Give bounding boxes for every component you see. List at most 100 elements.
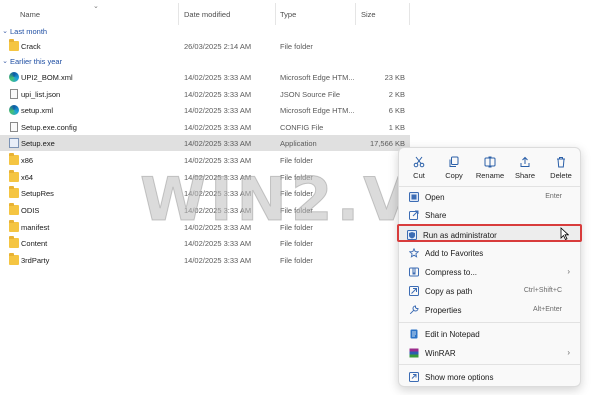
document-icon bbox=[10, 122, 18, 132]
menu-item-label: Share bbox=[425, 211, 447, 220]
file-row-x64[interactable]: x64 14/02/2025 3:33 AM File folder bbox=[0, 169, 410, 185]
file-date: 14/02/2025 3:33 AM bbox=[184, 239, 252, 248]
shield-icon bbox=[407, 230, 417, 240]
menu-item-compress-to[interactable]: Compress to... › bbox=[401, 263, 580, 281]
menu-item-run-as-administrator[interactable]: Run as administrator bbox=[397, 224, 582, 242]
more-options-icon bbox=[409, 372, 419, 382]
file-row-upi-list[interactable]: upi_list.json 14/02/2025 3:33 AM JSON So… bbox=[0, 86, 410, 102]
share-quick-button[interactable]: Share bbox=[508, 155, 542, 185]
file-type: File folder bbox=[280, 156, 313, 165]
file-type: File folder bbox=[280, 189, 313, 198]
file-type: File folder bbox=[280, 42, 313, 51]
share-label: Share bbox=[514, 171, 535, 180]
file-row-x86[interactable]: x86 14/02/2025 3:33 AM File folder bbox=[0, 152, 410, 168]
file-type: File folder bbox=[280, 206, 313, 215]
column-divider[interactable] bbox=[275, 3, 276, 25]
menu-item-show-more-options[interactable]: Show more options bbox=[401, 368, 580, 386]
column-type[interactable]: Type bbox=[280, 10, 296, 19]
file-size: 6 KB bbox=[388, 106, 405, 115]
file-date: 14/02/2025 3:33 AM bbox=[184, 123, 252, 132]
file-type: File folder bbox=[280, 239, 313, 248]
file-date: 14/02/2025 3:33 AM bbox=[184, 73, 252, 82]
group-label: Last month bbox=[10, 26, 48, 36]
file-row-setup-config[interactable]: Setup.exe.config 14/02/2025 3:33 AM CONF… bbox=[0, 119, 410, 135]
menu-item-label: Compress to... bbox=[425, 268, 478, 277]
folder-icon bbox=[9, 220, 19, 232]
menu-divider bbox=[399, 322, 580, 323]
file-row-setupres[interactable]: SetupRes 14/02/2025 3:33 AM File folder bbox=[0, 185, 410, 201]
group-earlier-this-year[interactable]: ⌄ Earlier this year bbox=[0, 54, 62, 68]
menu-item-label: WinRAR bbox=[425, 349, 456, 358]
group-last-month[interactable]: ⌄ Last month bbox=[0, 24, 47, 38]
file-date: 14/02/2025 3:33 AM bbox=[184, 189, 252, 198]
file-row-upi2-bom[interactable]: UPI2_BOM.xml 14/02/2025 3:33 AM Microsof… bbox=[0, 69, 410, 85]
file-row-odis[interactable]: ODIS 14/02/2025 3:33 AM File folder bbox=[0, 202, 410, 218]
folder-icon bbox=[9, 203, 19, 215]
file-type: File folder bbox=[280, 173, 313, 182]
menu-item-shortcut: Ctrl+Shift+C bbox=[523, 287, 562, 294]
file-type: Microsoft Edge HTM... bbox=[280, 73, 355, 82]
delete-button[interactable]: Delete bbox=[544, 155, 578, 185]
column-name[interactable]: Name bbox=[20, 10, 40, 19]
open-icon bbox=[409, 192, 419, 202]
column-divider[interactable] bbox=[355, 3, 356, 25]
column-date[interactable]: Date modified bbox=[184, 10, 230, 19]
menu-item-share[interactable]: Share bbox=[401, 206, 580, 224]
file-date: 14/02/2025 3:33 AM bbox=[184, 90, 252, 99]
file-type: File folder bbox=[280, 256, 313, 265]
file-row-setup-xml[interactable]: setup.xml 14/02/2025 3:33 AM Microsoft E… bbox=[0, 102, 410, 118]
mouse-cursor-icon bbox=[560, 227, 569, 240]
column-size[interactable]: Size bbox=[361, 10, 376, 19]
sort-chevron-icon[interactable]: ⌄ bbox=[93, 2, 99, 10]
file-name: ODIS bbox=[21, 206, 40, 215]
rename-button[interactable]: Rename bbox=[473, 155, 507, 185]
share-icon bbox=[409, 210, 419, 220]
file-date: 26/03/2025 2:14 AM bbox=[184, 42, 252, 51]
chevron-down-icon: ⌄ bbox=[2, 58, 8, 65]
menu-item-edit-in-notepad[interactable]: Edit in Notepad bbox=[401, 325, 580, 343]
path-icon bbox=[409, 286, 419, 296]
menu-item-properties[interactable]: Properties Alt+Enter bbox=[401, 301, 580, 319]
file-name: x86 bbox=[21, 156, 34, 165]
file-row-content[interactable]: Content 14/02/2025 3:33 AM File folder bbox=[0, 235, 410, 251]
folder-icon bbox=[9, 153, 19, 165]
file-date: 14/02/2025 3:33 AM bbox=[184, 106, 252, 115]
delete-label: Delete bbox=[550, 171, 572, 180]
menu-divider bbox=[399, 364, 580, 365]
chevron-down-icon: ⌄ bbox=[2, 28, 8, 35]
file-name: upi_list.json bbox=[21, 90, 61, 99]
menu-item-label: Open bbox=[425, 193, 445, 202]
copy-button[interactable]: Copy bbox=[437, 155, 471, 185]
menu-item-add-to-favorites[interactable]: Add to Favorites bbox=[401, 244, 580, 262]
file-name: Setup.exe bbox=[21, 139, 55, 148]
file-size: 1 KB bbox=[388, 123, 405, 132]
copy-label: Copy bbox=[445, 171, 463, 180]
file-date: 14/02/2025 3:33 AM bbox=[184, 223, 252, 232]
column-divider[interactable] bbox=[409, 3, 410, 25]
cut-button[interactable]: Cut bbox=[402, 155, 436, 185]
file-type: File folder bbox=[280, 223, 313, 232]
edge-icon bbox=[9, 105, 19, 115]
column-header: Name ⌄ Date modified Type Size bbox=[0, 0, 410, 26]
menu-item-shortcut: Alt+Enter bbox=[533, 306, 562, 313]
menu-item-winrar[interactable]: WinRAR › bbox=[401, 344, 580, 362]
file-date: 14/02/2025 3:33 AM bbox=[184, 173, 252, 182]
menu-item-label: Add to Favorites bbox=[425, 249, 484, 258]
chevron-right-icon: › bbox=[567, 267, 570, 276]
file-name: manifest bbox=[21, 223, 50, 232]
file-date: 14/02/2025 3:33 AM bbox=[184, 139, 252, 148]
file-type: Microsoft Edge HTM... bbox=[280, 106, 355, 115]
menu-item-open[interactable]: Open Enter bbox=[401, 188, 580, 206]
column-divider[interactable] bbox=[178, 3, 179, 25]
file-row-crack[interactable]: Crack 26/03/2025 2:14 AM File folder bbox=[0, 38, 410, 54]
scissors-icon bbox=[413, 156, 425, 168]
winrar-icon bbox=[409, 348, 419, 358]
file-type: JSON Source File bbox=[280, 90, 341, 99]
menu-item-copy-as-path[interactable]: Copy as path Ctrl+Shift+C bbox=[401, 282, 580, 300]
folder-icon bbox=[9, 170, 19, 182]
file-row-3rdparty[interactable]: 3rdParty 14/02/2025 3:33 AM File folder bbox=[0, 252, 410, 268]
menu-item-label: Edit in Notepad bbox=[425, 330, 480, 339]
menu-item-label: Properties bbox=[425, 306, 462, 315]
file-row-manifest[interactable]: manifest 14/02/2025 3:33 AM File folder bbox=[0, 219, 410, 235]
file-row-setup-exe[interactable]: Setup.exe 14/02/2025 3:33 AM Application… bbox=[0, 135, 410, 151]
